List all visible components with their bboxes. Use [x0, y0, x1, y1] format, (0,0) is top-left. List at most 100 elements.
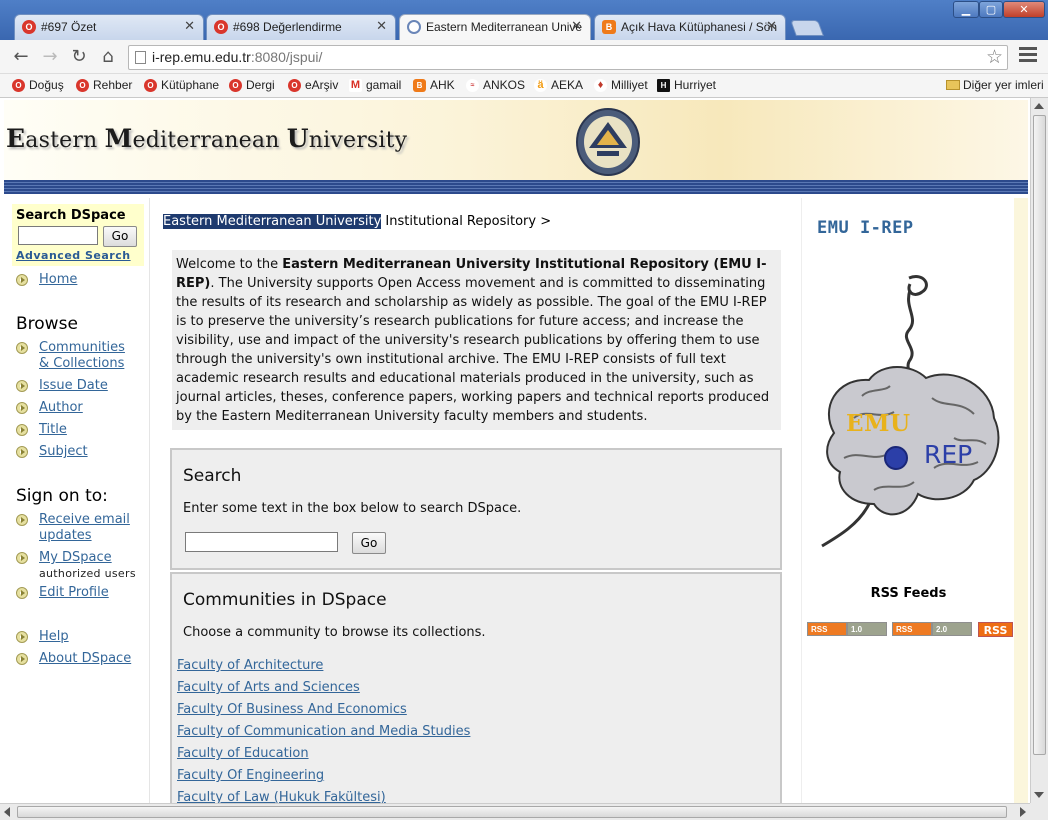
community-link-education[interactable]: Faculty of Education — [177, 746, 309, 761]
minimize-button[interactable]: ▁ — [953, 1, 979, 18]
nav-link[interactable]: Help — [39, 629, 69, 644]
bookmark-label: ANKOS — [483, 78, 526, 92]
nav-item-home[interactable]: Home — [16, 272, 77, 288]
nav-item-title[interactable]: Title — [16, 422, 67, 438]
forward-arrow-icon[interactable]: → — [39, 47, 61, 67]
nav-item-receive-email[interactable]: Receive email updates — [16, 512, 130, 544]
url-path: :8080/jspui/ — [250, 49, 323, 65]
community-link-law[interactable]: Faculty of Law (Hukuk Fakültesi) — [177, 790, 386, 803]
bookmark-earsiv[interactable]: OeArşiv — [288, 78, 338, 92]
nav-link[interactable]: Receive email — [39, 512, 130, 527]
rss-badge-left: RSS — [892, 622, 932, 636]
close-icon[interactable]: ✕ — [766, 18, 777, 34]
nav-link[interactable]: Communities — [39, 340, 125, 355]
back-arrow-icon[interactable]: ← — [10, 47, 32, 67]
nav-item-author[interactable]: Author — [16, 400, 83, 416]
nav-item-my-dspace[interactable]: My DSpace authorized users — [16, 550, 136, 582]
tab-emu-irep[interactable]: Eastern Mediterranean Unive ✕ — [399, 14, 591, 40]
bookmark-gamail[interactable]: Mgamail — [349, 78, 401, 92]
nav-link[interactable]: Title — [39, 422, 67, 437]
maximize-button[interactable]: ▢ — [979, 1, 1003, 18]
page-icon — [135, 51, 146, 64]
right-sidebar: EMU I-REP EMU REP RSS Feeds RSS 1.0 RSS 2.… — [801, 198, 1014, 803]
bookmark-ankos[interactable]: ≈ ANKOS — [466, 78, 525, 92]
nav-link[interactable]: Edit Profile — [39, 585, 109, 600]
community-link-business-economics[interactable]: Faculty Of Business And Economics — [177, 702, 407, 717]
reload-icon[interactable]: ↻ — [68, 47, 90, 67]
communities-panel: Communities in DSpace Choose a community… — [170, 572, 782, 803]
vertical-scrollbar[interactable] — [1030, 98, 1048, 803]
scroll-left-icon[interactable] — [4, 807, 10, 817]
bookmark-label: Dergi — [246, 78, 275, 92]
main-search-input[interactable] — [185, 532, 338, 552]
nav-item-about[interactable]: About DSpace — [16, 651, 131, 667]
nav-link[interactable]: & Collections — [39, 356, 124, 371]
rss-badge[interactable]: RSS — [978, 622, 1013, 637]
horizontal-scrollbar[interactable] — [0, 803, 1030, 820]
opera-icon: O — [229, 79, 242, 92]
bookmark-dergi[interactable]: O Dergi — [229, 78, 275, 92]
other-bookmarks-folder[interactable]: Diğer yer imleri — [946, 78, 1044, 92]
scroll-up-icon[interactable] — [1034, 103, 1044, 109]
close-icon[interactable]: ✕ — [571, 18, 582, 34]
nav-item-communities[interactable]: Communities & Collections — [16, 340, 125, 372]
address-bar[interactable]: i-rep.emu.edu.tr:8080/jspui/ ☆ — [128, 45, 1008, 70]
close-window-button[interactable]: ✕ — [1003, 1, 1045, 18]
nav-item-help[interactable]: Help — [16, 629, 69, 645]
scroll-down-icon[interactable] — [1034, 792, 1044, 798]
star-icon[interactable]: ☆ — [986, 46, 1003, 69]
milliyet-icon: ♦ — [594, 79, 607, 92]
close-icon[interactable]: ✕ — [184, 18, 195, 34]
close-icon[interactable]: ✕ — [376, 18, 387, 34]
home-icon[interactable]: ⌂ — [97, 47, 119, 67]
main-go-button[interactable]: Go — [352, 532, 386, 554]
arrow-bullet-icon — [16, 274, 28, 286]
menu-icon[interactable] — [1019, 47, 1037, 65]
nav-link[interactable]: Author — [39, 400, 83, 415]
nav-link[interactable]: updates — [39, 528, 92, 543]
scroll-right-icon[interactable] — [1020, 807, 1026, 817]
advanced-search-link[interactable]: Advanced Search — [16, 249, 131, 262]
nav-subtext: authorized users — [39, 567, 136, 580]
nav-item-edit-profile[interactable]: Edit Profile — [16, 585, 109, 601]
community-link-architecture[interactable]: Faculty of Architecture — [177, 658, 323, 673]
nav-link[interactable]: My DSpace — [39, 550, 112, 565]
rss-1-0-badge[interactable]: RSS 1.0 — [807, 622, 887, 636]
right-edge — [1014, 198, 1028, 803]
tab-acik-hava[interactable]: B Açık Hava Kütüphanesi / Sön ✕ — [594, 14, 786, 40]
nav-link[interactable]: Issue Date — [39, 378, 108, 393]
scroll-thumb[interactable] — [1033, 115, 1046, 755]
scroll-thumb[interactable] — [17, 806, 1007, 818]
bookmark-milliyet[interactable]: ♦ Milliyet — [594, 78, 648, 92]
title-word: astern — [25, 128, 105, 153]
bookmark-label: AHK — [430, 78, 455, 92]
bookmark-label: AEKA — [551, 78, 584, 92]
bookmark-label: Hurriyet — [674, 78, 717, 92]
breadcrumb-item[interactable]: Eastern Mediterranean University — [163, 214, 382, 229]
sidebar-go-button[interactable]: Go — [103, 226, 137, 247]
irep-title: EMU I-REP — [817, 218, 914, 238]
community-link-arts-sciences[interactable]: Faculty of Arts and Sciences — [177, 680, 360, 695]
nav-item-issue-date[interactable]: Issue Date — [16, 378, 108, 394]
tab-698-degerlendirme[interactable]: O #698 Değerlendirme ✕ — [206, 14, 396, 40]
community-link-communication-media[interactable]: Faculty of Communication and Media Studi… — [177, 724, 470, 739]
bookmark-ahk[interactable]: B AHK — [413, 78, 455, 92]
new-tab-button[interactable] — [790, 20, 824, 36]
nav-link[interactable]: About DSpace — [39, 651, 131, 666]
bookmark-rehber[interactable]: O Rehber — [76, 78, 132, 92]
community-link-engineering[interactable]: Faculty Of Engineering — [177, 768, 324, 783]
bookmark-hurriyet[interactable]: H Hurriyet — [657, 78, 716, 92]
site-title[interactable]: Eastern Mediterranean University — [6, 124, 407, 153]
emu-icon — [407, 20, 421, 34]
nav-link[interactable]: Home — [39, 272, 77, 287]
bookmark-kutuphane[interactable]: O Kütüphane — [144, 78, 219, 92]
nav-item-subject[interactable]: Subject — [16, 444, 88, 460]
rss-2-0-badge[interactable]: RSS 2.0 — [892, 622, 972, 636]
tab-697-ozet[interactable]: O #697 Özet ✕ — [14, 14, 204, 40]
nav-link[interactable]: Subject — [39, 444, 88, 459]
rss-feeds-title: RSS Feeds — [870, 586, 947, 601]
search-panel-title: Search — [183, 466, 242, 486]
sidebar-search-input[interactable] — [18, 226, 98, 245]
bookmark-dogus[interactable]: O Doğuş — [12, 78, 64, 92]
bookmark-aeka[interactable]: ä AEKA — [534, 78, 583, 92]
